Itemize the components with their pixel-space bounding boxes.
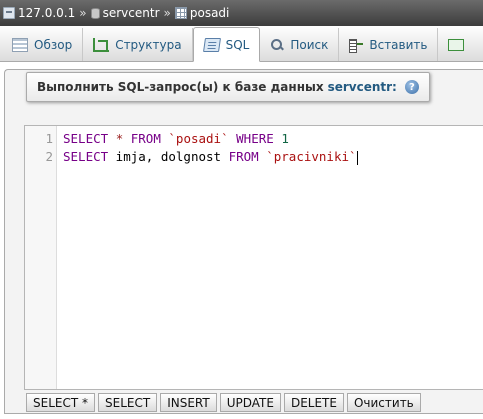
breadcrumb-separator: » xyxy=(163,6,171,20)
query-title: Выполнить SQL-запрос(ы) к базе данных se… xyxy=(26,72,430,102)
code-token-kw: SELECT xyxy=(63,131,109,146)
code-line[interactable]: 2 SELECT imja, dolgnost FROM `pracivniki` xyxy=(25,148,483,166)
code-token-kw: SELECT xyxy=(63,149,109,164)
breadcrumb-database[interactable]: servcentr xyxy=(90,6,160,20)
tab-structure[interactable]: Структура xyxy=(83,28,193,61)
sql-icon xyxy=(202,37,221,52)
tab-sql-label: SQL xyxy=(225,37,250,52)
tab-structure-label: Структура xyxy=(115,37,182,52)
table-icon xyxy=(174,7,187,19)
code-token-kw: FROM xyxy=(130,131,161,146)
database-icon xyxy=(90,7,100,19)
text-cursor xyxy=(356,150,358,165)
code-token-str: `pracivniki` xyxy=(266,149,357,164)
query-button-bar: SELECT * SELECT INSERT UPDATE DELETE Очи… xyxy=(26,393,421,413)
search-icon xyxy=(270,38,284,52)
code-text[interactable]: SELECT imja, dolgnost FROM `pracivniki` xyxy=(63,148,358,166)
code-token-ident: imja, dolgnost xyxy=(108,149,229,164)
delete-button[interactable]: DELETE xyxy=(283,393,344,412)
structure-icon xyxy=(93,37,110,52)
query-title-text: Выполнить SQL-запрос(ы) к базе данных xyxy=(37,80,324,94)
insert-icon xyxy=(349,38,364,53)
breadcrumb-table-label[interactable]: posadi xyxy=(190,6,230,20)
sql-editor[interactable]: 1 SELECT * FROM `posadi` WHERE 1 2 SELECT i… xyxy=(24,125,483,390)
browse-icon xyxy=(12,37,28,52)
update-button[interactable]: UPDATE xyxy=(219,393,281,412)
code-token-str: `posadi` xyxy=(168,131,229,146)
breadcrumb-server-label[interactable]: 127.0.0.1 xyxy=(18,6,75,20)
breadcrumb-table[interactable]: posadi xyxy=(174,6,230,20)
line-number: 1 xyxy=(45,131,53,146)
breadcrumb-separator: » xyxy=(79,6,87,20)
code-token-kw: WHERE xyxy=(236,131,274,146)
export-icon xyxy=(448,38,465,51)
line-number: 2 xyxy=(45,149,53,164)
breadcrumb-database-label[interactable]: servcentr xyxy=(103,6,160,20)
code-token-ident xyxy=(108,131,116,146)
tab-sql[interactable]: SQL xyxy=(192,27,261,62)
breadcrumb-server[interactable]: 127.0.0.1 xyxy=(3,6,75,20)
tab-search-label: Поиск xyxy=(290,37,329,52)
server-icon xyxy=(3,7,15,19)
breadcrumb: 127.0.0.1 » servcentr » posadi xyxy=(0,0,483,26)
select-all-button[interactable]: SELECT * xyxy=(26,393,95,412)
insert-button[interactable]: INSERT xyxy=(160,393,217,412)
tab-export[interactable] xyxy=(438,28,480,61)
tab-insert-label: Вставить xyxy=(369,37,428,52)
tab-browse[interactable]: Обзор xyxy=(0,28,84,61)
tab-insert[interactable]: Вставить xyxy=(339,28,439,61)
select-button[interactable]: SELECT xyxy=(98,393,158,412)
query-database-name: servcentr: xyxy=(327,80,397,94)
help-icon[interactable]: ? xyxy=(404,80,419,94)
code-token-ident xyxy=(229,131,237,146)
code-token-num: 1 xyxy=(281,131,289,146)
tab-browse-label: Обзор xyxy=(34,37,73,52)
code-line[interactable]: 1 SELECT * FROM `posadi` WHERE 1 xyxy=(25,130,483,148)
clear-button[interactable]: Очистить xyxy=(346,393,421,412)
code-token-ident xyxy=(123,131,131,146)
tab-search[interactable]: Поиск xyxy=(260,28,340,61)
code-token-kw: FROM xyxy=(228,149,259,164)
tab-bar: Обзор Структура SQL Поиск Вставить xyxy=(0,26,483,62)
code-text[interactable]: SELECT * FROM `posadi` WHERE 1 xyxy=(63,130,289,148)
